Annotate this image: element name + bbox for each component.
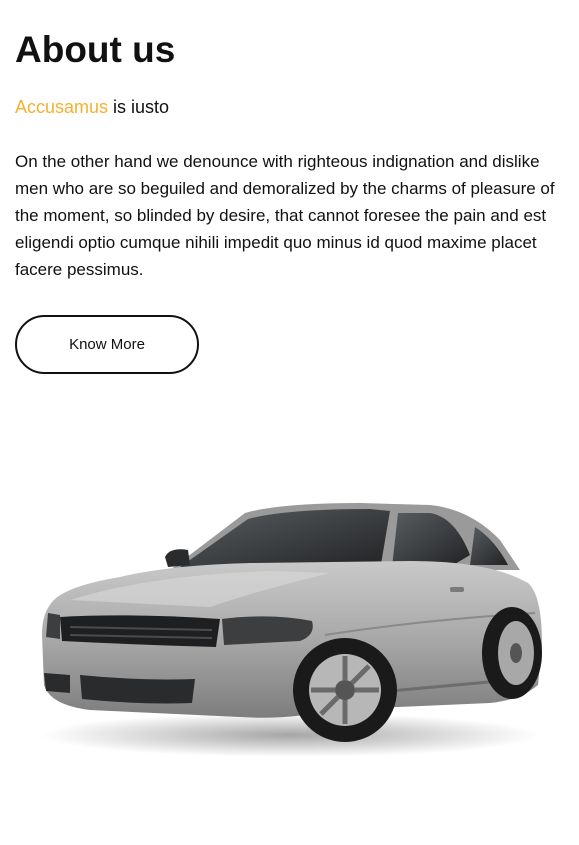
subtitle-rest: is iusto: [108, 97, 170, 117]
about-paragraph: On the other hand we denounce with right…: [15, 152, 555, 279]
know-more-button[interactable]: Know More: [15, 315, 199, 374]
subtitle-accent: Accusamus: [15, 97, 109, 117]
car-image: [30, 495, 550, 765]
subtitle: Accusamus is iusto: [15, 95, 169, 119]
car-illustration: [40, 503, 542, 757]
page-title: About us: [15, 29, 176, 70]
